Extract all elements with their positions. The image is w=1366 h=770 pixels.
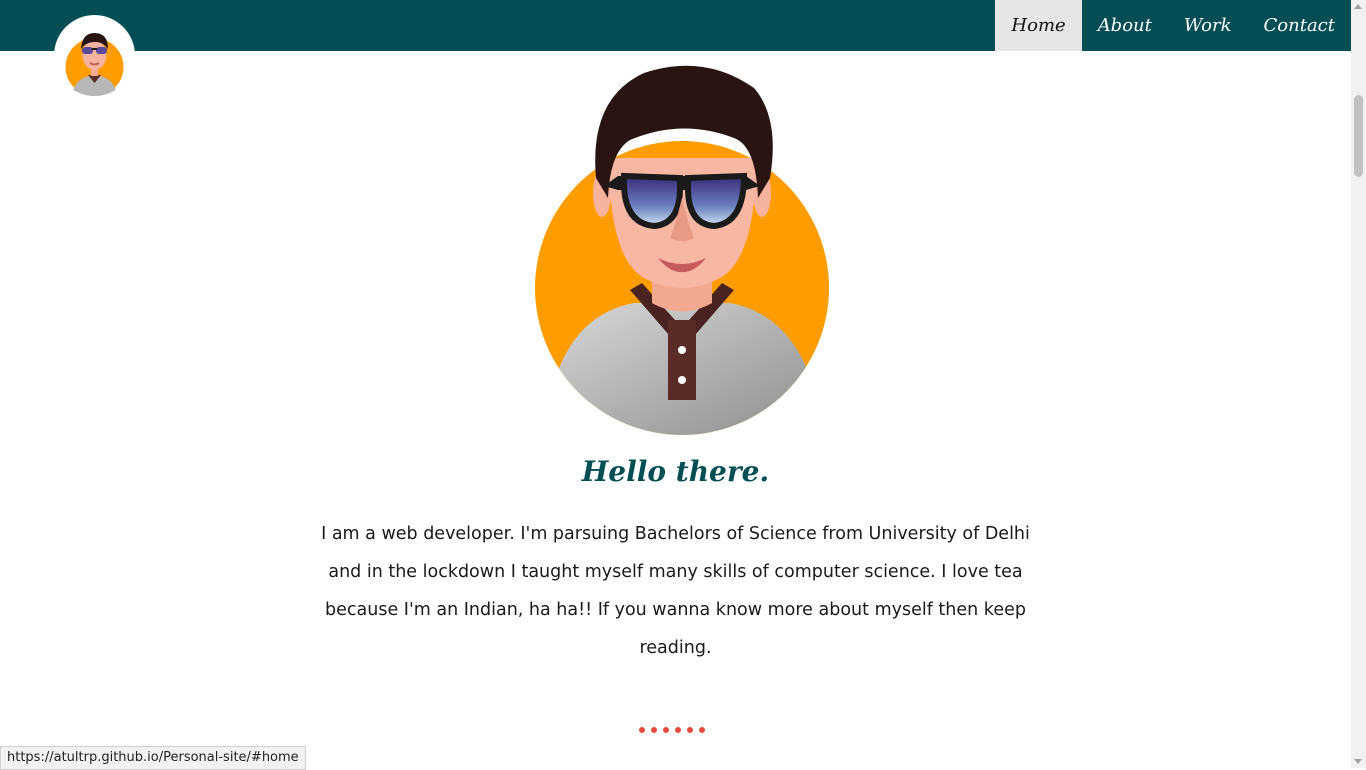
scroll-dot	[639, 727, 645, 733]
scroll-dot	[675, 727, 681, 733]
greeting-heading: Hello there.	[581, 455, 770, 488]
nav-links: Home About Work Contact	[995, 0, 1351, 51]
scroll-dot	[687, 727, 693, 733]
scroll-dot	[699, 727, 705, 733]
nav-link-work[interactable]: Work	[1168, 0, 1248, 51]
avatar-illustration-icon	[65, 33, 124, 96]
hero-avatar-image	[534, 58, 830, 438]
nav-link-contact[interactable]: Contact	[1248, 0, 1351, 51]
scroll-up-arrow-icon[interactable]	[1354, 4, 1362, 9]
scroll-dot	[651, 727, 657, 733]
nav-link-home[interactable]: Home	[995, 0, 1082, 51]
top-navbar: Home About Work Contact	[0, 0, 1351, 51]
site-logo-avatar[interactable]	[54, 15, 135, 96]
scroll-indicator[interactable]	[639, 727, 705, 733]
nav-link-about[interactable]: About	[1082, 0, 1168, 51]
status-bar-url: https://atultrp.github.io/Personal-site/…	[0, 746, 306, 770]
scroll-down-arrow-icon[interactable]	[1354, 759, 1362, 764]
vertical-scrollbar[interactable]	[1351, 0, 1366, 768]
scrollbar-thumb[interactable]	[1354, 95, 1363, 177]
scroll-dot	[663, 727, 669, 733]
intro-paragraph: I am a web developer. I'm parsuing Bache…	[321, 524, 1030, 658]
avatar-illustration-icon	[535, 65, 829, 435]
